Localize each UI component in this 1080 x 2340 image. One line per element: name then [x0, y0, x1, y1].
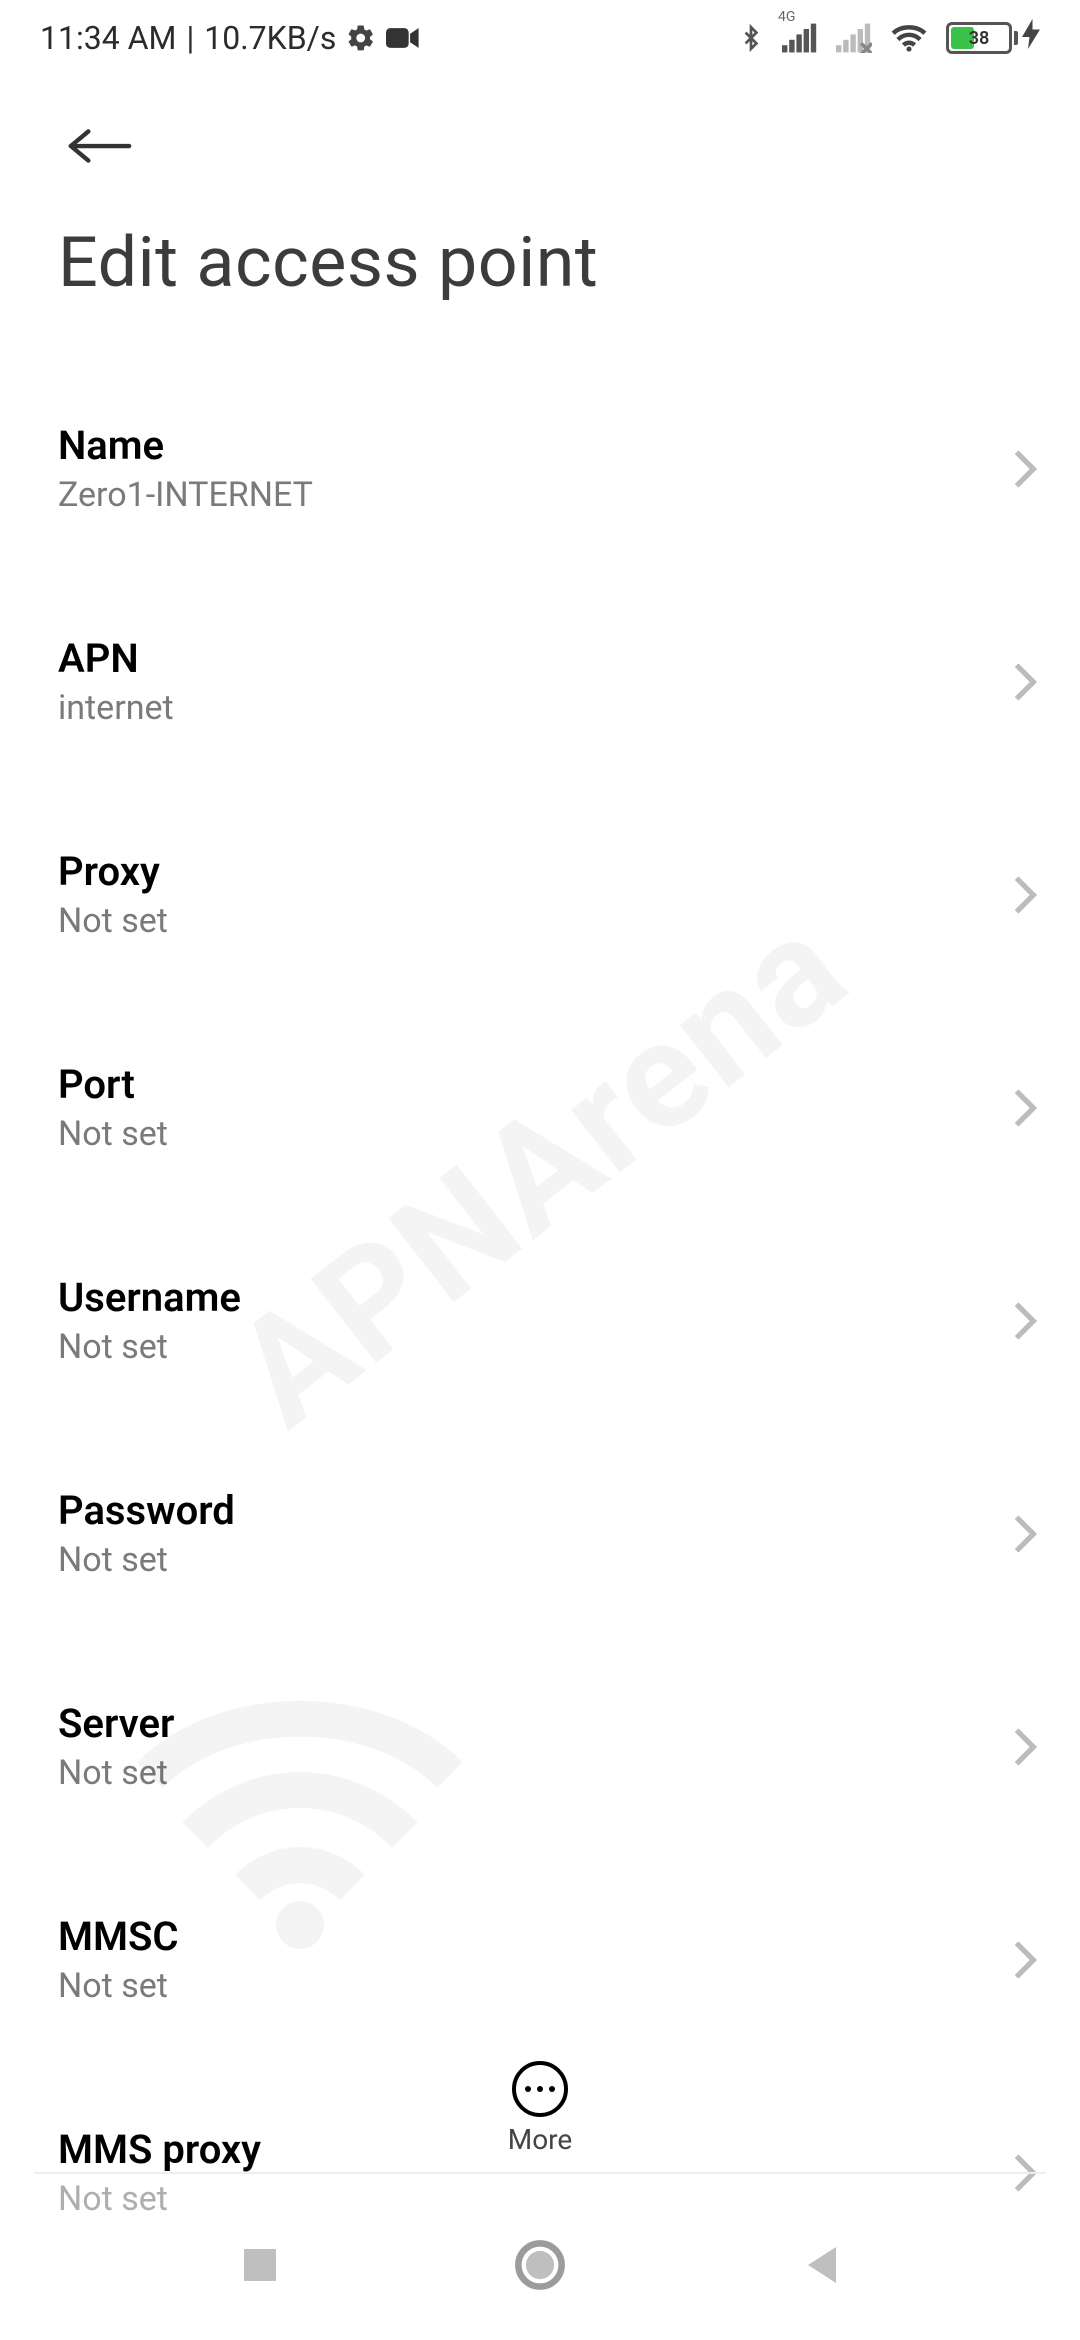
chevron-right-icon — [1012, 1939, 1038, 1981]
row-password[interactable]: Password Not set — [0, 1459, 1080, 1608]
chevron-right-icon — [1012, 874, 1038, 916]
row-label: Port — [58, 1061, 168, 1108]
chevron-right-icon — [1012, 661, 1038, 703]
row-label: MMSC — [58, 1913, 179, 1960]
chevron-right-icon — [1012, 1726, 1038, 1768]
row-label: APN — [58, 635, 174, 682]
page-title: Edit access point — [0, 186, 1080, 304]
row-apn[interactable]: APN internet — [0, 607, 1080, 756]
back-button[interactable] — [60, 106, 140, 186]
signal-4g-badge: 4G — [778, 9, 795, 25]
row-value: Not set — [58, 1540, 235, 1580]
row-server[interactable]: Server Not set — [0, 1672, 1080, 1821]
video-icon — [386, 26, 420, 50]
row-value: Not set — [58, 1753, 174, 1793]
chevron-right-icon — [1012, 448, 1038, 490]
row-port[interactable]: Port Not set — [0, 1033, 1080, 1182]
row-value: Zero1-INTERNET — [58, 475, 313, 515]
status-time: 11:34 AM — [40, 19, 176, 57]
row-value: Not set — [58, 901, 168, 941]
arrow-left-icon — [65, 122, 135, 170]
battery-percent: 38 — [949, 25, 1009, 51]
row-mmsc[interactable]: MMSC Not set — [0, 1885, 1080, 2034]
row-value: Not set — [58, 1966, 179, 2006]
status-left: 11:34 AM | 10.7KB/s — [40, 19, 420, 57]
charging-icon — [1022, 19, 1040, 57]
row-label: Password — [58, 1487, 235, 1534]
navigation-bar — [0, 2190, 1080, 2340]
bluetooth-icon — [738, 21, 764, 55]
circle-icon — [514, 2239, 566, 2291]
row-label: Username — [58, 1274, 241, 1321]
row-label: Name — [58, 422, 313, 469]
row-value: Not set — [58, 1114, 168, 1154]
row-value: Not set — [58, 1327, 241, 1367]
chevron-right-icon — [1012, 1513, 1038, 1555]
status-net-speed: 10.7KB/s — [204, 19, 336, 57]
status-bar: 11:34 AM | 10.7KB/s 4G 38 — [0, 0, 1080, 76]
row-label: Proxy — [58, 848, 168, 895]
gear-icon — [346, 23, 376, 53]
row-username[interactable]: Username Not set — [0, 1246, 1080, 1395]
signal-sim1-icon: 4G — [782, 23, 818, 53]
wifi-icon — [890, 23, 928, 53]
more-label: More — [508, 2123, 573, 2156]
chevron-right-icon — [1012, 1087, 1038, 1129]
status-right: 4G 38 — [738, 19, 1040, 57]
signal-sim2-disabled-icon — [836, 23, 872, 53]
more-button[interactable]: More — [508, 2061, 573, 2156]
more-icon — [512, 2061, 568, 2117]
nav-recent-button[interactable] — [220, 2225, 300, 2305]
bottom-divider — [34, 2172, 1046, 2174]
nav-home-button[interactable] — [500, 2225, 580, 2305]
nav-back-button[interactable] — [780, 2225, 860, 2305]
square-icon — [240, 2245, 280, 2285]
row-name[interactable]: Name Zero1-INTERNET — [0, 394, 1080, 543]
triangle-left-icon — [800, 2243, 840, 2287]
row-proxy[interactable]: Proxy Not set — [0, 820, 1080, 969]
status-separator: | — [186, 19, 194, 57]
row-value: internet — [58, 688, 174, 728]
settings-list: Name Zero1-INTERNET APN internet Proxy N… — [0, 304, 1080, 2247]
chevron-right-icon — [1012, 1300, 1038, 1342]
battery-icon: 38 — [946, 19, 1040, 57]
row-label: Server — [58, 1700, 174, 1747]
